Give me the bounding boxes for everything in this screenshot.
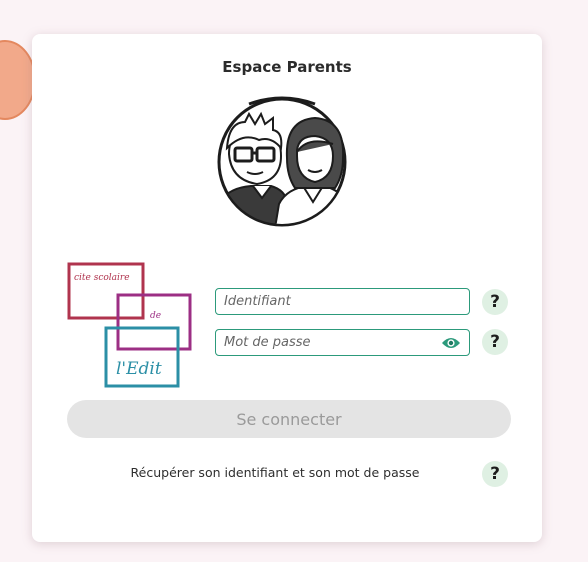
help-icon: ?: [490, 464, 500, 484]
identifiant-help-button[interactable]: ?: [482, 289, 508, 315]
help-icon: ?: [490, 332, 500, 352]
password-input[interactable]: [224, 335, 437, 350]
logo-text-line3: l'Edit: [116, 359, 162, 379]
password-field[interactable]: [215, 329, 470, 356]
identifiant-field[interactable]: [215, 288, 470, 315]
recover-credentials-link[interactable]: Récupérer son identifiant et son mot de …: [94, 465, 456, 480]
page-title: Espace Parents: [222, 58, 352, 76]
recover-help-button[interactable]: ?: [482, 461, 508, 487]
password-help-button[interactable]: ?: [482, 329, 508, 355]
help-icon: ?: [490, 292, 500, 312]
connect-button[interactable]: Se connecter: [67, 400, 511, 438]
eye-icon[interactable]: [441, 336, 461, 350]
logo-text-line2: de: [150, 311, 161, 321]
school-logo: cite scolaire de l'Edit: [67, 262, 192, 388]
logo-text-line1: cite scolaire: [74, 273, 130, 283]
parents-avatar-icon: [217, 96, 347, 227]
identifiant-input[interactable]: [224, 294, 461, 309]
login-card: Espace Parents cite scolaire de l'Edit I…: [32, 34, 542, 542]
